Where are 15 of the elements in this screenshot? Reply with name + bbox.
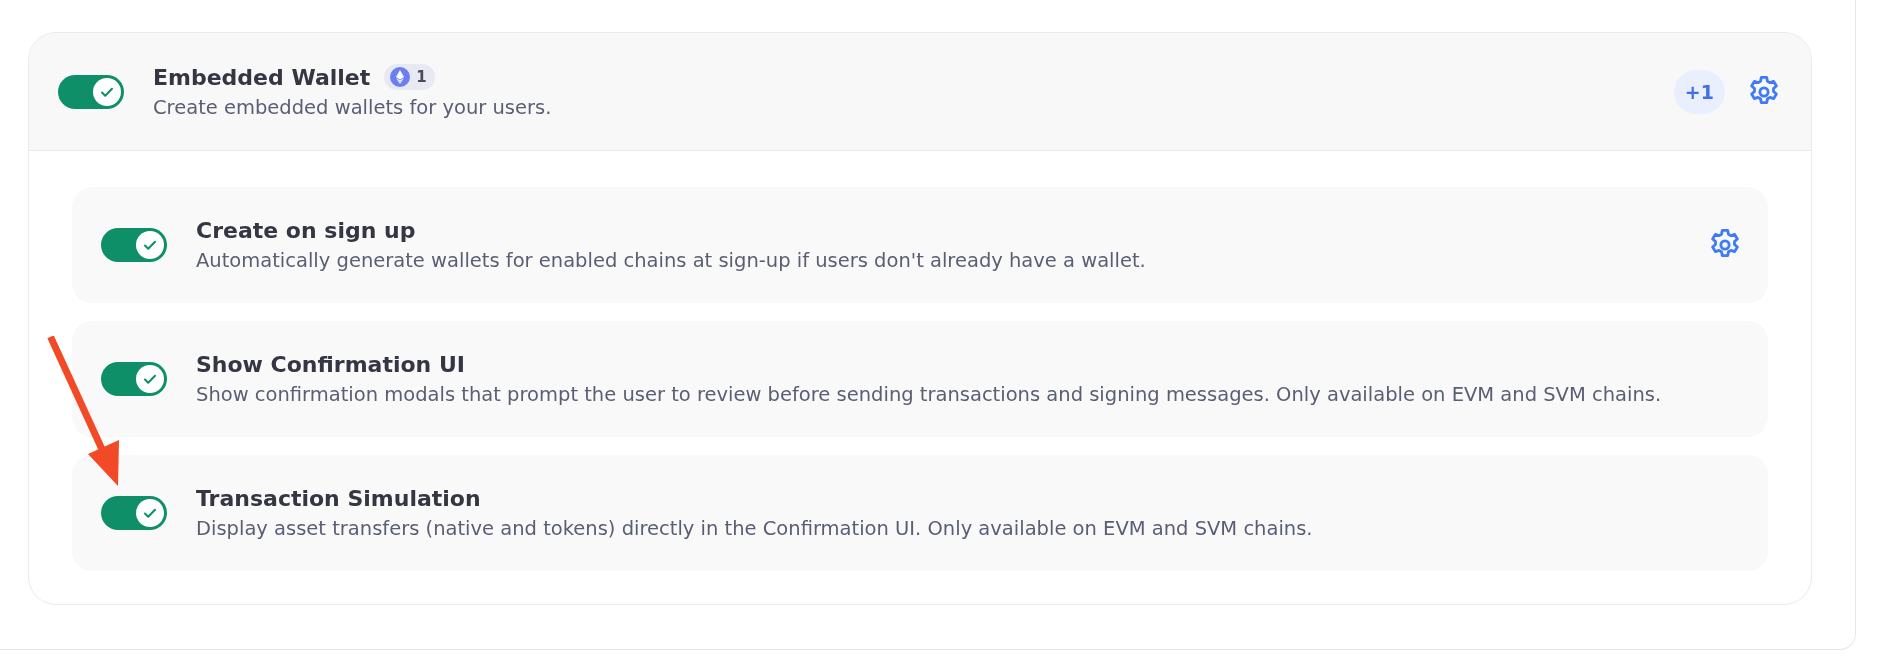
- ethereum-icon: [390, 67, 411, 87]
- setting-title: Show Confirmation UI: [196, 352, 466, 377]
- toggle-switch[interactable]: [101, 228, 167, 262]
- setting-title: Create on sign up: [196, 218, 417, 243]
- setting-description: Show confirmation modals that prompt the user to review before sending transactions and signing messages. Only available on EVM and SVM chains.: [196, 383, 1663, 406]
- count-badge[interactable]: +1: [1673, 69, 1725, 114]
- toggle-switch[interactable]: [101, 496, 167, 530]
- section-title: Embedded Wallet: [153, 64, 371, 90]
- chain-count: 1: [416, 68, 427, 86]
- setting-title: Transaction Simulation: [196, 486, 482, 511]
- toggle-switch[interactable]: [101, 362, 167, 396]
- toggle-switch[interactable]: [58, 74, 124, 109]
- section-description: Create embedded wallets for your users.: [153, 96, 553, 119]
- setting-description: Display asset transfers (native and tokens) directly in the Confirmation UI. Only available on EVM and SVM chains.: [196, 517, 1314, 540]
- setting-description: Automatically generate wallets for enabled chains at sign-up if users don't already have a wallet.: [196, 249, 1147, 272]
